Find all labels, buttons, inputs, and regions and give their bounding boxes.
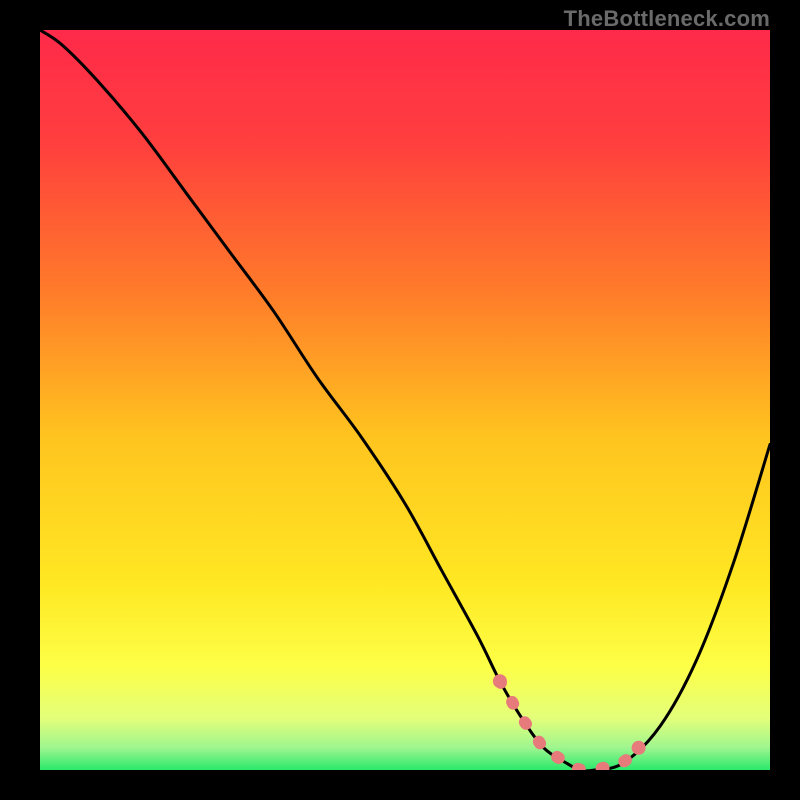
optimal-range-start-dot [493, 674, 507, 688]
plot-area [40, 30, 770, 770]
watermark-text: TheBottleneck.com [564, 6, 770, 32]
chart-frame: TheBottleneck.com [0, 0, 800, 800]
optimal-range-highlight [500, 681, 639, 770]
curve-layer [40, 30, 770, 770]
optimal-range-end-dot [632, 741, 646, 755]
bottleneck-curve [40, 30, 770, 770]
